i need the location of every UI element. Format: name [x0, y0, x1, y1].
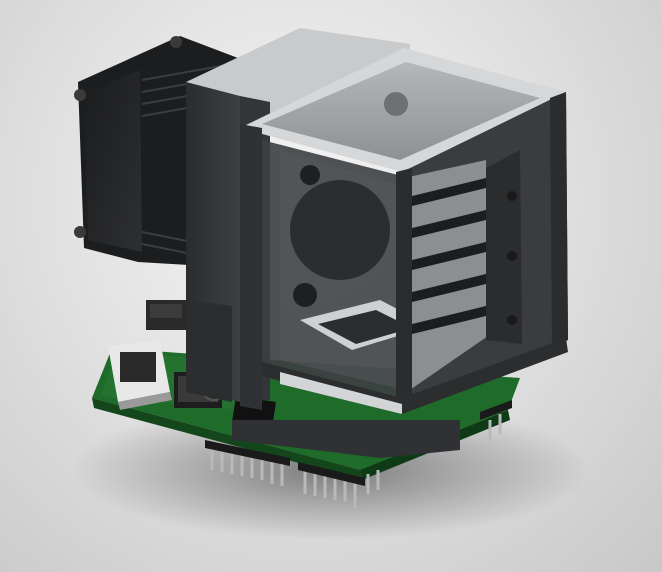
- render-illustration: [70, 28, 590, 540]
- fan-hole: [290, 180, 390, 280]
- screw-head: [384, 92, 408, 116]
- render-scene: [0, 0, 662, 572]
